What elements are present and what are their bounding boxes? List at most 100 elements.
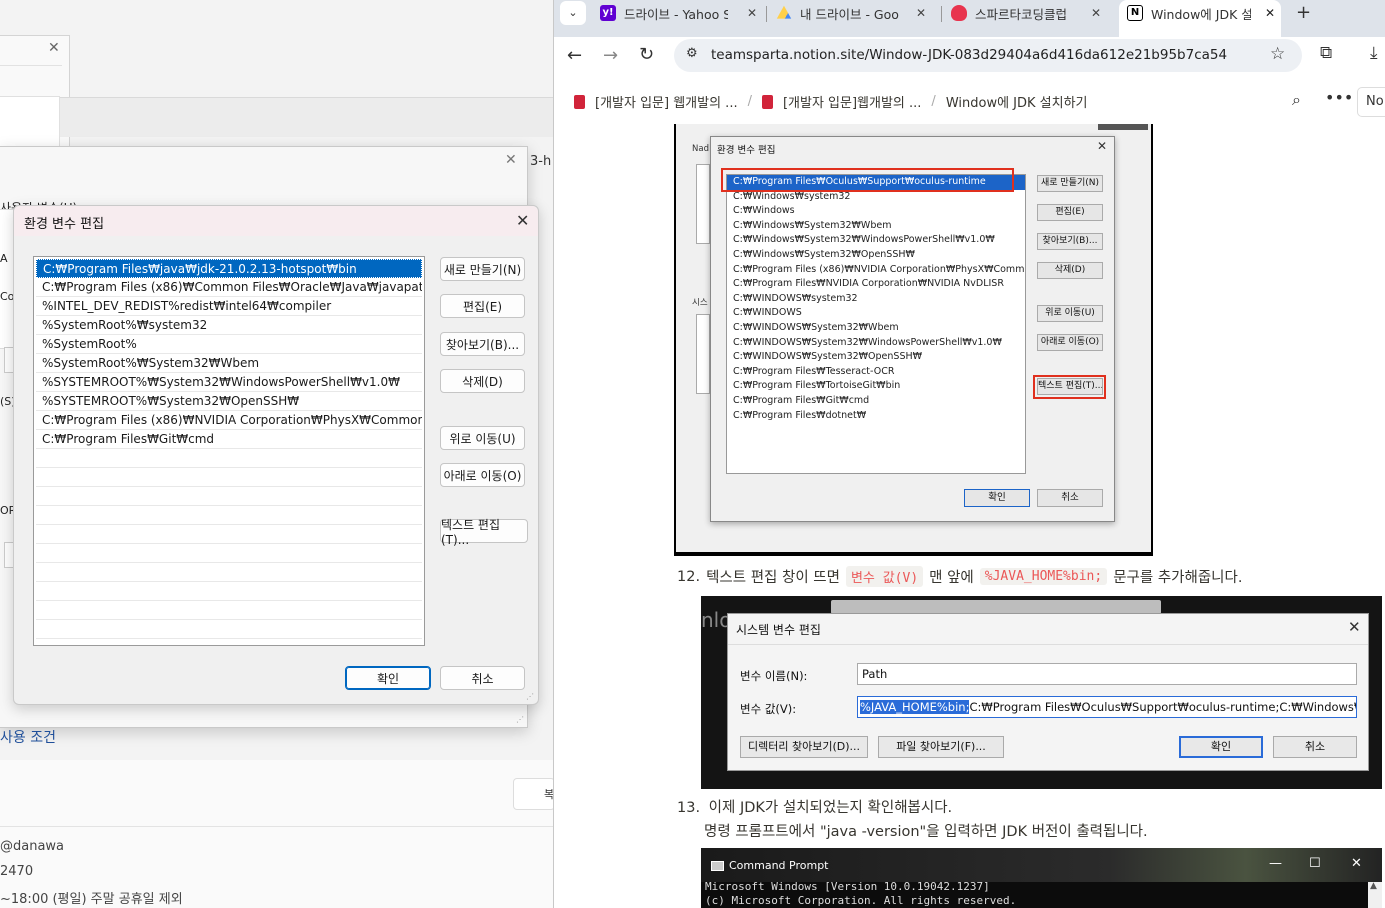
tab-yahoo-label: 드라이브 - Yahoo S — [624, 6, 728, 22]
path-entry-row[interactable]: %SYSTEMROOT%₩System32₩WindowsPowerShell₩… — [36, 373, 422, 392]
path-entry-row[interactable]: C:₩Program Files₩Git₩cmd — [36, 430, 422, 449]
notion-search-icon[interactable]: ⌕ — [1292, 90, 1301, 110]
download-icon[interactable]: ⤓ — [1370, 43, 1378, 63]
screenshot-side-box-2 — [696, 314, 710, 394]
footer-line-3: ~18:00 (평일) 주말 공휴일 제외 — [0, 892, 183, 907]
breadcrumb-item-1[interactable]: [개발자 입문] 웹개발의 ... — [595, 92, 738, 111]
screenshot2-cancel-button: 취소 — [1273, 736, 1357, 758]
move-up-button[interactable]: 위로 이동(U) — [440, 426, 525, 450]
yahoo-icon: y! — [600, 5, 616, 21]
footer-divider — [0, 826, 553, 827]
background-window-top-close-icon[interactable]: ✕ — [48, 40, 60, 56]
path-entry-row[interactable] — [36, 506, 422, 525]
cmd-scroll-up-icon: ▲ — [1370, 881, 1377, 891]
breadcrumb-item-3[interactable]: Window에 JDK 설치하기 — [946, 92, 1088, 111]
screenshot-path-entry: C:₩Program Files₩TortoiseGit₩bin — [733, 380, 901, 392]
step-12-text-a: 텍스트 편집 창이 뜨면 — [706, 570, 840, 586]
cmd-line-2: (c) Microsoft Corporation. All rights re… — [705, 894, 1017, 907]
path-entry-row[interactable]: %SystemRoot%₩system32 — [36, 316, 422, 335]
screenshot-red-highlight-entry — [721, 168, 1014, 192]
screenshot-path-entry: C:₩WINDOWS₩System32₩Wbem — [733, 321, 899, 333]
tab-notion-active[interactable]: N Window에 JDK 설치 ✕ — [1127, 0, 1277, 26]
screenshot-dialog: 환경 변수 편집 ✕ C:₩Program Files₩Oculus₩Suppo… — [710, 136, 1115, 522]
tab-notion-close-icon[interactable]: ✕ — [1265, 6, 1275, 20]
site-settings-icon[interactable]: ⚙ — [686, 46, 698, 61]
tab-search-button[interactable]: ⌄ — [560, 1, 586, 25]
edit-button[interactable]: 편집(E) — [440, 294, 525, 318]
screenshot-red-highlight-button — [1033, 375, 1106, 399]
path-entry-row[interactable] — [36, 620, 422, 639]
path-entry-row[interactable] — [36, 601, 422, 620]
tab-google-drive[interactable]: 내 드라이브 - Goo ✕ — [776, 0, 941, 26]
breadcrumb-item-2[interactable]: [개발자 입문]웹개발의 ... — [783, 92, 921, 111]
path-entry-row[interactable] — [36, 468, 422, 487]
extensions-icon[interactable]: ⧉ — [1320, 43, 1332, 63]
bookmark-star-icon[interactable]: ☆ — [1270, 44, 1285, 64]
step-12-text-c: 문구를 추가해줍니다. — [1113, 570, 1243, 586]
dialog-title: 환경 변수 편집 — [24, 217, 105, 232]
screenshot2-dir-button: 디렉터리 찾아보기(D)... — [740, 736, 868, 758]
google-drive-icon — [776, 5, 792, 19]
tab-sparta[interactable]: 스파르타코딩클럽 ✕ — [951, 0, 1116, 26]
new-button[interactable]: 새로 만들기(N) — [440, 257, 525, 281]
step-12-code-java-home: %JAVA_HOME%bin; — [979, 568, 1108, 585]
path-entry-row[interactable] — [36, 563, 422, 582]
screenshot-path-entry: C:₩Program Files₩dotnet₩ — [733, 409, 867, 421]
screenshot-button: 아래로 이동(O) — [1037, 334, 1103, 351]
back-icon[interactable]: ← — [567, 45, 582, 66]
screenshot2-value-highlight: %JAVA_HOME%bin; — [860, 700, 970, 714]
cmd-close-icon: ✕ — [1351, 856, 1362, 871]
dialog-close-icon[interactable]: ✕ — [516, 211, 529, 230]
env-window-close-icon[interactable]: ✕ — [505, 152, 517, 168]
path-entry-row[interactable]: %SystemRoot% — [36, 335, 422, 354]
screenshot-button: 새로 만들기(N) — [1037, 175, 1103, 192]
screenshot-dialog-close-icon: ✕ — [1097, 139, 1108, 153]
screenshot-path-entry: C:₩WINDOWS₩System32₩OpenSSH₩ — [733, 351, 923, 363]
screenshot2-value-rest: C:₩Program Files₩Oculus₩Support₩oculus-r… — [969, 700, 1357, 714]
path-entry-row[interactable] — [36, 487, 422, 506]
path-entry-row[interactable] — [36, 582, 422, 601]
path-entry-row[interactable]: %SYSTEMROOT%₩System32₩OpenSSH₩ — [36, 392, 422, 411]
notion-right-button[interactable]: No — [1357, 87, 1385, 117]
tab-notion-label: Window에 JDK 설치 — [1151, 6, 1251, 22]
more-options-icon[interactable]: ••• — [1325, 88, 1353, 107]
ok-button[interactable]: 확인 — [345, 666, 431, 690]
path-entry-row[interactable] — [36, 544, 422, 563]
tab-yahoo-close-icon[interactable]: ✕ — [747, 6, 757, 20]
path-entry-row[interactable]: %INTEL_DEV_REDIST%redist₩intel64₩compile… — [36, 297, 422, 316]
browse-button[interactable]: 찾아보기(B)... — [440, 332, 525, 356]
screenshot2-divider — [728, 644, 1368, 645]
forward-icon[interactable]: → — [603, 45, 618, 66]
screenshot-cancel-button: 취소 — [1037, 489, 1103, 507]
screenshot2-name-label: 변수 이름(N): — [740, 669, 808, 683]
edit-text-button[interactable]: 텍스트 편집(T)... — [440, 518, 528, 547]
footer-line-1: @danawa — [0, 839, 65, 854]
sparta-icon — [951, 5, 967, 21]
step-12-text-b: 맨 앞에 — [929, 570, 974, 586]
reload-icon[interactable]: ↻ — [639, 44, 654, 65]
background-window-top-divider — [0, 65, 62, 66]
cancel-button[interactable]: 취소 — [440, 666, 525, 690]
path-entry-row[interactable] — [36, 525, 422, 544]
screenshot-path-entry: C:₩Windows — [733, 205, 795, 217]
url-text[interactable]: teamsparta.notion.site/Window-JDK-083d29… — [711, 47, 1227, 63]
screenshot-command-prompt: Command Prompt — ☐ ✕ Microsoft Windows [… — [701, 848, 1382, 908]
path-entry-row[interactable] — [36, 449, 422, 468]
path-entry-row[interactable]: C:₩Program Files₩java₩jdk-21.0.2.13-hots… — [36, 259, 422, 278]
screenshot2-ok-button: 확인 — [1179, 736, 1263, 758]
terms-link[interactable]: 사용 조건 — [0, 727, 56, 747]
path-entries-list[interactable]: C:₩Program Files₩java₩jdk-21.0.2.13-hots… — [33, 256, 425, 646]
tab-yahoo[interactable]: y! 드라이브 - Yahoo S ✕ — [600, 0, 765, 26]
path-entry-row[interactable]: C:₩Program Files (x86)₩Common Files₩Orac… — [36, 278, 422, 297]
move-down-button[interactable]: 아래로 이동(O) — [440, 463, 525, 487]
background-button[interactable]: 복 — [513, 778, 555, 810]
path-entry-row[interactable]: C:₩Program Files (x86)₩NVIDIA Corporatio… — [36, 411, 422, 430]
tab-sparta-close-icon[interactable]: ✕ — [1091, 6, 1101, 20]
screenshot-path-entry: C:₩Program Files₩NVIDIA Corporation₩NVID… — [733, 278, 1004, 290]
new-tab-icon[interactable]: + — [1296, 2, 1311, 23]
cmd-line-1: Microsoft Windows [Version 10.0.19042.12… — [705, 880, 990, 893]
screenshot2-file-button: 파일 찾아보기(F)... — [878, 736, 1004, 758]
tab-google-drive-close-icon[interactable]: ✕ — [916, 6, 926, 20]
delete-button[interactable]: 삭제(D) — [440, 369, 525, 393]
path-entry-row[interactable]: %SystemRoot%₩System32₩Wbem — [36, 354, 422, 373]
